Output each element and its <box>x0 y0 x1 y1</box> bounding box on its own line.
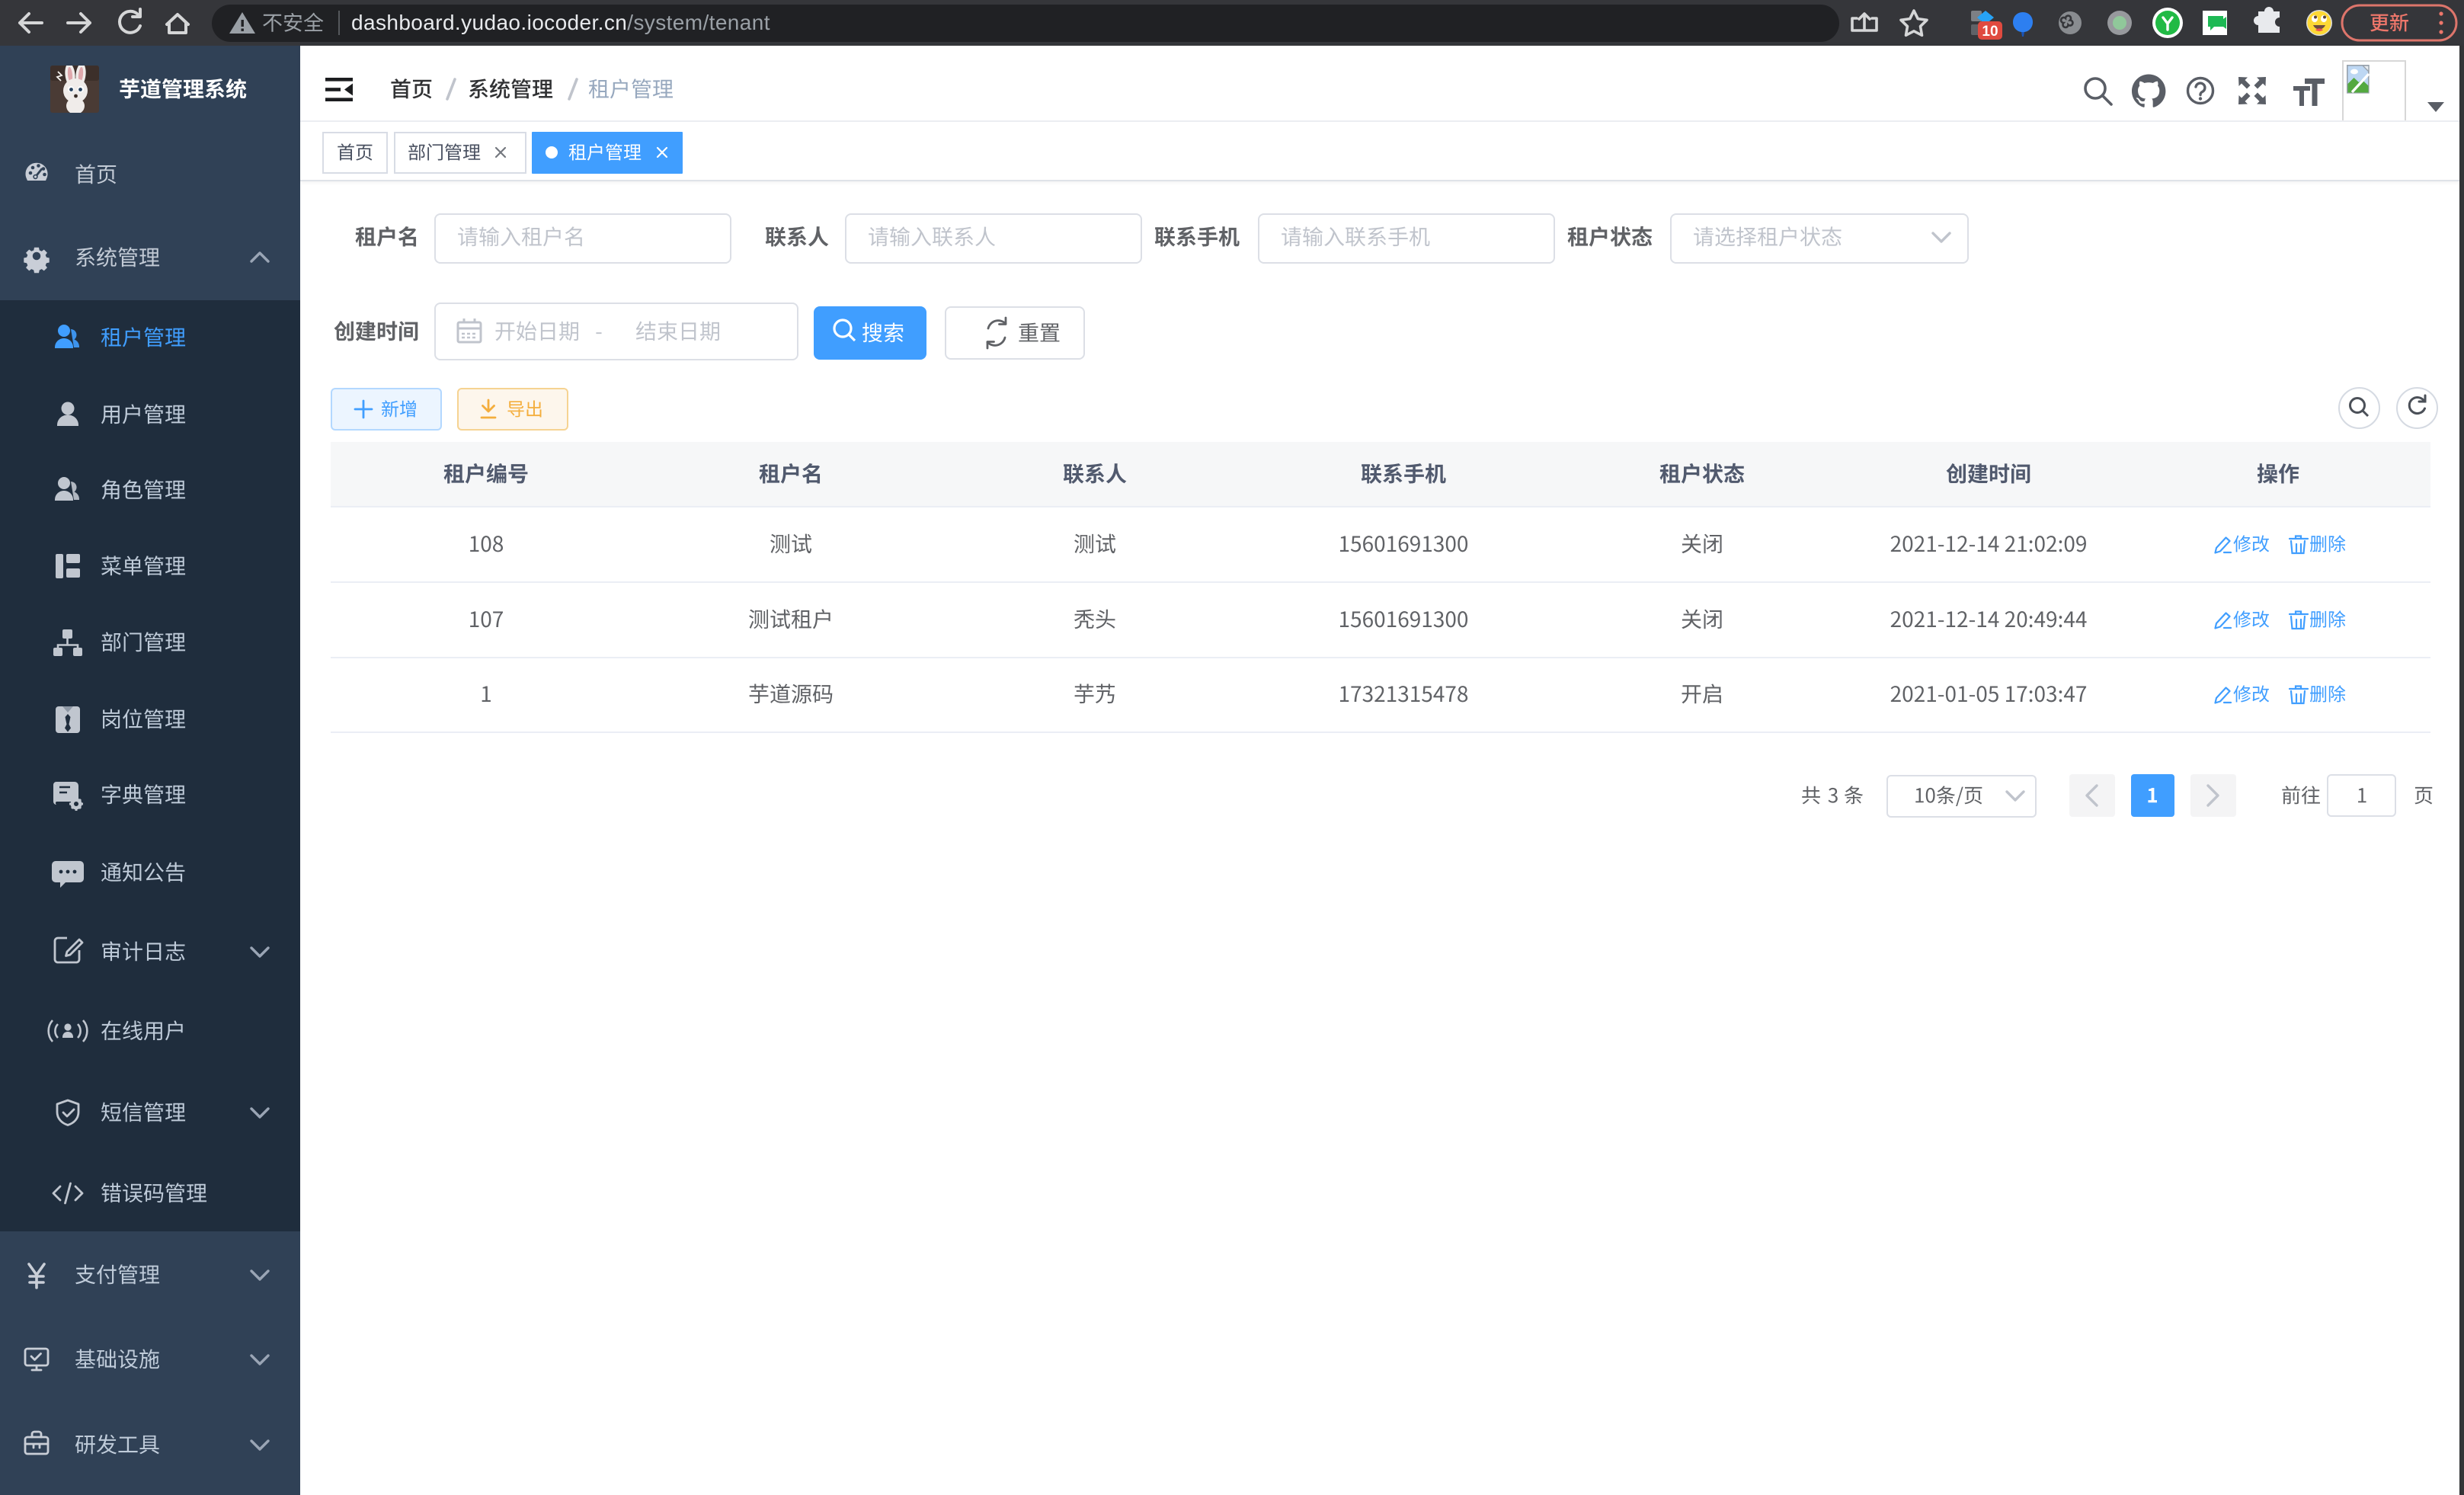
svg-text:10: 10 <box>1982 24 1998 40</box>
